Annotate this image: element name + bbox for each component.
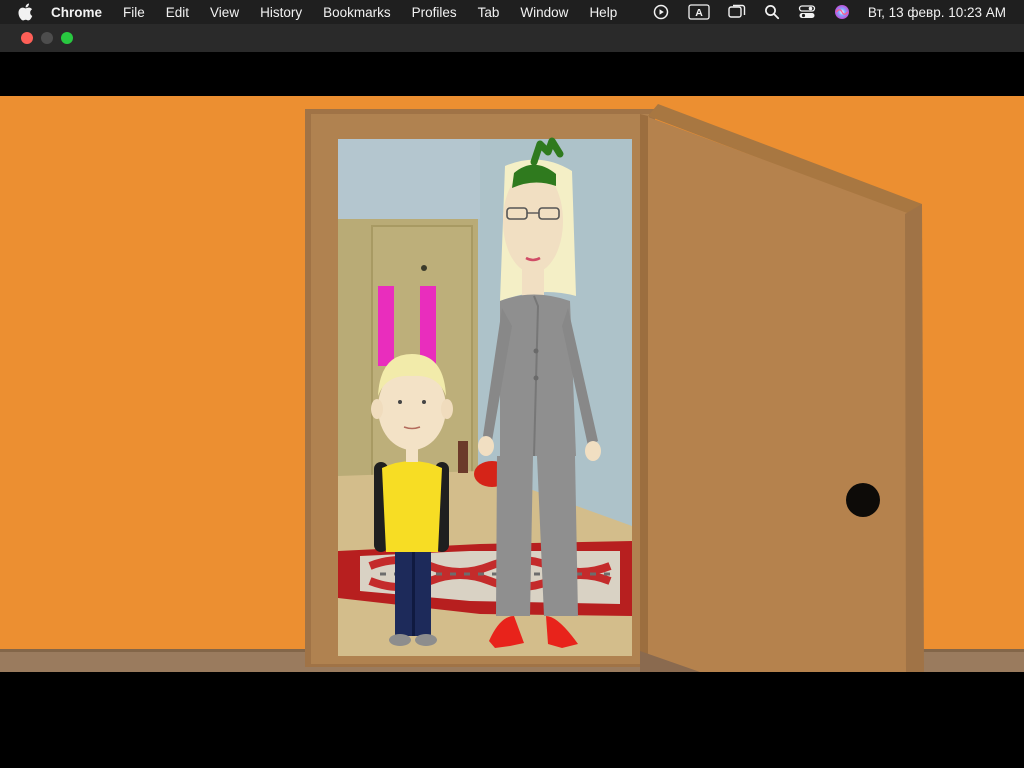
window-minimize-button[interactable] [41,32,53,44]
window-titlebar [0,24,1024,52]
video-frame [0,96,1024,672]
status-area: A Вт, 13 февр. 10:23 AM [652,0,1024,24]
menu-tab[interactable]: Tab [478,5,500,20]
play-circle-icon[interactable] [652,4,670,20]
menu-app-name[interactable]: Chrome [51,5,102,20]
boy-yellow-shirt [382,461,442,552]
search-icon[interactable] [763,4,781,20]
window-close-button[interactable] [21,32,33,44]
menu-help[interactable]: Help [589,5,617,20]
menu-bookmarks[interactable]: Bookmarks [323,5,391,20]
menu-file[interactable]: File [123,5,145,20]
menu-profiles[interactable]: Profiles [412,5,457,20]
apple-logo-icon[interactable] [17,0,37,24]
menu-edit[interactable]: Edit [166,5,189,20]
window-fullscreen-button[interactable] [61,32,73,44]
keyboard-input-a-icon[interactable]: A [687,4,711,20]
screen-mirroring-icon[interactable] [728,4,746,20]
pink-item-right [420,286,436,366]
pink-item-left [378,286,394,366]
menu-bar: Chrome File Edit View History Bookmarks … [0,0,1024,24]
keyboard-input-label: A [695,7,703,19]
open-door [640,104,924,672]
siri-icon[interactable] [833,4,851,20]
control-center-icon[interactable] [798,4,816,20]
cartoon-scene [0,96,1024,672]
menu-clock[interactable]: Вт, 13 февр. 10:23 AM [868,5,1006,20]
door-knob [846,483,880,517]
menu-view[interactable]: View [210,5,239,20]
video-player[interactable] [0,52,1024,768]
menu-history[interactable]: History [260,5,302,20]
menu-window[interactable]: Window [520,5,568,20]
